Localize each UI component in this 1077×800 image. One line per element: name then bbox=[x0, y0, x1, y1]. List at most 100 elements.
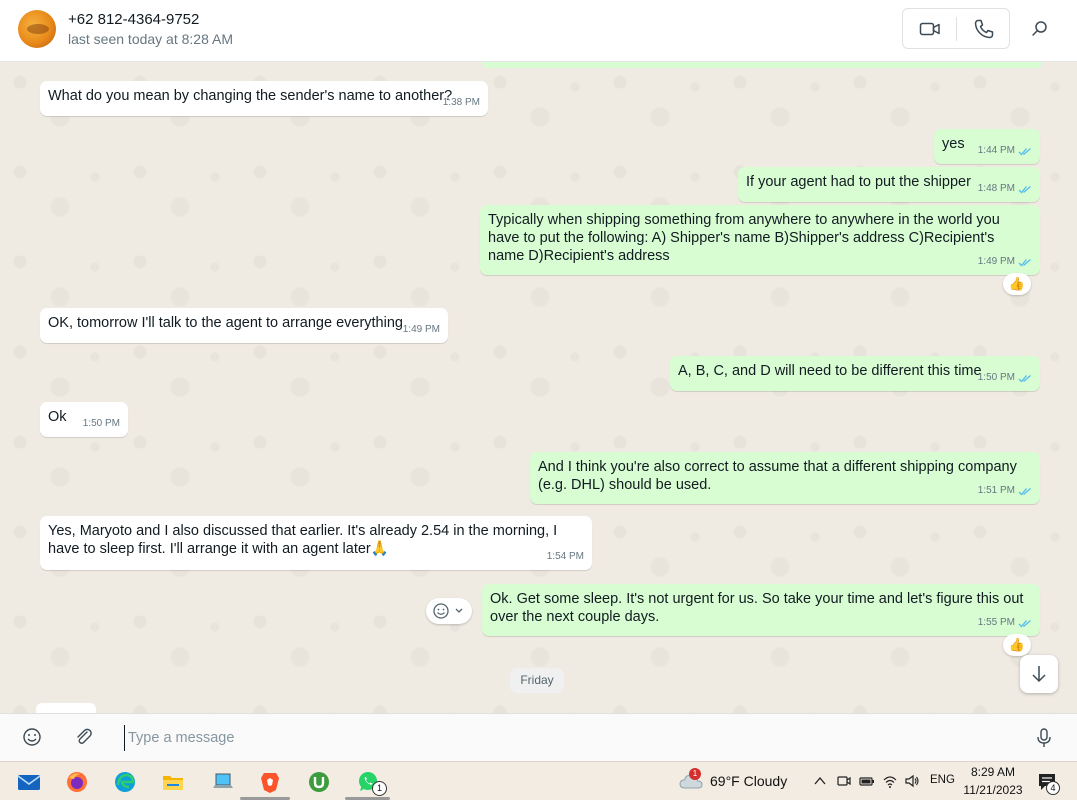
message-meta: 1:50 PM bbox=[83, 415, 120, 433]
mail-icon bbox=[17, 775, 41, 790]
message-outgoing[interactable]: Ok. Get some sleep. It's not urgent for … bbox=[482, 584, 1040, 636]
firefox-icon bbox=[67, 772, 87, 792]
message-text: What do you mean by changing the sender'… bbox=[48, 88, 453, 104]
read-receipt-icon bbox=[1018, 185, 1031, 193]
scroll-to-bottom-button[interactable] bbox=[1020, 655, 1058, 693]
message-meta: 1:38 PM bbox=[443, 94, 480, 112]
message-time: 1:50 PM bbox=[977, 372, 1015, 383]
speaker-icon bbox=[905, 774, 919, 788]
edge-icon bbox=[115, 772, 135, 792]
react-button[interactable] bbox=[426, 598, 472, 624]
taskbar-clock-date[interactable]: 11/21/2023 bbox=[963, 783, 1023, 797]
video-camera-icon bbox=[919, 22, 940, 36]
message-time: 1:48 PM bbox=[977, 183, 1015, 194]
message-meta: 1:51 PM bbox=[978, 482, 1032, 500]
message-meta: 1:48 PM bbox=[978, 180, 1032, 198]
emoji-button[interactable] bbox=[21, 726, 43, 748]
chevron-up-icon bbox=[814, 776, 826, 785]
utorrent-button[interactable] bbox=[307, 770, 331, 794]
arrow-down-icon bbox=[1032, 666, 1046, 683]
battery-button[interactable] bbox=[859, 773, 875, 789]
message-time: 1:50 PM bbox=[82, 418, 120, 429]
message-outgoing[interactable]: yes 1:44 PM bbox=[934, 129, 1040, 164]
message-text: Yes, Maryoto and I also discussed that e… bbox=[48, 523, 558, 557]
message-text: OK, tomorrow I'll talk to the agent to a… bbox=[48, 315, 403, 331]
message-time: 1:51 PM bbox=[977, 485, 1015, 496]
message-text: Typically when shipping something from a… bbox=[488, 212, 1000, 264]
file-explorer-button[interactable] bbox=[161, 770, 185, 794]
wifi-icon bbox=[883, 776, 897, 788]
message-incoming[interactable]: What do you mean by changing the sender'… bbox=[40, 81, 488, 116]
message-reaction[interactable]: 👍 bbox=[1003, 273, 1031, 295]
voice-call-button[interactable] bbox=[973, 18, 995, 40]
utorrent-icon bbox=[309, 772, 329, 792]
message-time: 1:44 PM bbox=[977, 145, 1015, 156]
voice-message-button[interactable] bbox=[1034, 726, 1054, 750]
message-meta: 1:54 PM bbox=[547, 548, 584, 566]
firefox-button[interactable] bbox=[65, 770, 89, 794]
call-button-group bbox=[902, 8, 1010, 49]
battery-icon bbox=[859, 777, 874, 786]
read-receipt-icon bbox=[1018, 147, 1031, 155]
whatsapp-unread-badge: 1 bbox=[372, 781, 387, 796]
read-receipt-icon bbox=[1018, 619, 1031, 627]
mail-app-button[interactable] bbox=[17, 770, 41, 794]
contact-name[interactable]: +62 812-4364-9752 bbox=[68, 11, 199, 28]
notification-count-badge: 4 bbox=[1046, 781, 1060, 795]
camera-tray-icon bbox=[837, 776, 851, 786]
message-meta: 1:49 PM bbox=[403, 321, 440, 339]
brave-button[interactable] bbox=[258, 770, 282, 794]
meet-now-button[interactable] bbox=[836, 773, 852, 789]
paperclip-icon bbox=[77, 728, 92, 744]
message-input[interactable] bbox=[124, 725, 1004, 751]
weather-alert-badge: 1 bbox=[689, 768, 701, 780]
partial-message bbox=[482, 62, 1042, 68]
show-hidden-icons-button[interactable] bbox=[812, 773, 828, 789]
edge-button[interactable] bbox=[113, 770, 137, 794]
taskbar-clock-time[interactable]: 8:29 AM bbox=[968, 765, 1018, 779]
message-meta: 1:44 PM bbox=[978, 142, 1032, 160]
message-incoming[interactable]: Yes, Maryoto and I also discussed that e… bbox=[40, 516, 592, 570]
message-incoming[interactable]: Ok 1:50 PM bbox=[40, 402, 128, 437]
message-outgoing[interactable]: Typically when shipping something from a… bbox=[480, 205, 1040, 275]
message-composer bbox=[0, 713, 1077, 761]
message-time: 1:54 PM bbox=[546, 551, 584, 562]
message-reaction[interactable]: 👍 bbox=[1003, 634, 1031, 656]
message-time: 1:55 PM bbox=[977, 617, 1015, 628]
read-receipt-icon bbox=[1018, 487, 1031, 495]
message-meta: 1:50 PM bbox=[978, 369, 1032, 387]
message-list[interactable]: What do you mean by changing the sender'… bbox=[0, 62, 1077, 713]
message-outgoing[interactable]: And I think you're also correct to assum… bbox=[530, 452, 1040, 504]
read-receipt-icon bbox=[1018, 258, 1031, 266]
volume-button[interactable] bbox=[904, 773, 920, 789]
input-language-indicator[interactable]: ENG bbox=[930, 774, 955, 786]
phone-icon bbox=[974, 19, 994, 39]
message-time: 1:49 PM bbox=[977, 256, 1015, 267]
partial-message bbox=[36, 703, 96, 713]
message-text: And I think you're also correct to assum… bbox=[538, 459, 1017, 493]
smiley-chevron-icon bbox=[433, 603, 463, 619]
contact-last-seen: last seen today at 8:28 AM bbox=[68, 31, 233, 47]
read-receipt-icon bbox=[1018, 374, 1031, 382]
windows-taskbar: 1 1 69°F Cloudy ENG 8:29 AM 11/21/2023 4 bbox=[0, 761, 1077, 800]
laptop-icon bbox=[213, 773, 233, 788]
attach-button[interactable] bbox=[72, 726, 94, 748]
search-button[interactable] bbox=[1030, 19, 1050, 39]
chat-header: +62 812-4364-9752 last seen today at 8:2… bbox=[0, 0, 1077, 62]
smiley-icon bbox=[23, 728, 41, 746]
message-outgoing[interactable]: A, B, C, and D will need to be different… bbox=[670, 356, 1040, 391]
message-time: 1:38 PM bbox=[442, 97, 480, 108]
message-text: Ok. Get some sleep. It's not urgent for … bbox=[490, 591, 1024, 625]
search-icon bbox=[1032, 21, 1047, 36]
message-time: 1:49 PM bbox=[402, 324, 440, 335]
message-outgoing[interactable]: If your agent had to put the shipper 1:4… bbox=[738, 167, 1040, 202]
contact-avatar[interactable] bbox=[18, 10, 56, 48]
message-incoming[interactable]: OK, tomorrow I'll talk to the agent to a… bbox=[40, 308, 448, 343]
wifi-button[interactable] bbox=[882, 773, 898, 789]
video-call-button[interactable] bbox=[919, 19, 941, 39]
weather-text[interactable]: 69°F Cloudy bbox=[710, 773, 787, 789]
microphone-icon bbox=[1037, 728, 1051, 747]
call-divider bbox=[956, 17, 957, 41]
message-meta: 1:49 PM bbox=[978, 253, 1032, 271]
this-pc-button[interactable] bbox=[211, 770, 235, 794]
